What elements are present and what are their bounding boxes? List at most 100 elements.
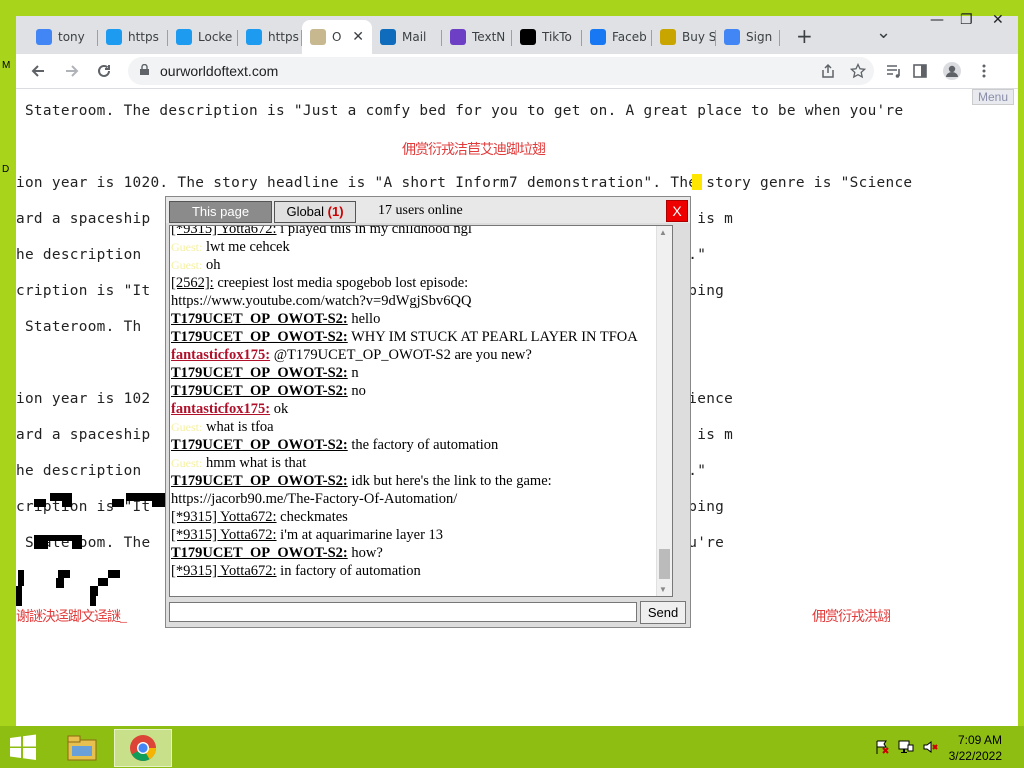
chat-scrollbar[interactable]: ▲ ▼ xyxy=(656,226,672,596)
chat-tab-global[interactable]: Global (1) xyxy=(274,201,356,223)
chat-message: [*9315] Yotta672: i played this in my ch… xyxy=(171,225,656,238)
chat-nickname[interactable]: [*9315] Yotta672: xyxy=(171,527,277,543)
system-clock[interactable]: 7:09 AM 3/22/2022 xyxy=(949,732,1002,764)
scrollbar-thumb[interactable] xyxy=(659,549,670,579)
chat-nickname[interactable]: Guest: xyxy=(171,258,202,272)
chat-nickname[interactable]: T179UCET_OP_OWOT-S2: xyxy=(171,311,348,327)
scroll-up-arrow-icon[interactable]: ▲ xyxy=(659,228,667,237)
textnow-icon xyxy=(450,29,466,45)
scroll-down-arrow-icon[interactable]: ▼ xyxy=(659,585,667,594)
chat-log[interactable]: [*9315] Yotta672: i played this in my ch… xyxy=(169,225,673,597)
google-icon xyxy=(36,29,52,45)
twitter-icon xyxy=(106,29,122,45)
text-cursor xyxy=(692,174,702,190)
chrome-menu-button[interactable] xyxy=(972,59,996,83)
chat-nickname[interactable]: T179UCET_OP_OWOT-S2: xyxy=(171,437,348,453)
tab-twitter-3[interactable]: https xyxy=(238,22,302,52)
chat-nickname[interactable]: T179UCET_OP_OWOT-S2: xyxy=(171,473,348,489)
chat-message: [*9315] Yotta672: checkmates xyxy=(171,508,656,526)
tab-label: Mail xyxy=(402,30,427,44)
tab-google-0[interactable]: tony xyxy=(28,22,98,52)
text-line: Stateroom. Th xyxy=(16,319,142,335)
back-button[interactable] xyxy=(26,59,50,83)
chat-message-text: hmm what is that xyxy=(202,455,307,471)
tab-owot-4[interactable]: O ✕ xyxy=(302,20,372,54)
chat-message: fantasticfox175: @T179UCET_OP_OWOT-S2 ar… xyxy=(171,346,656,364)
tab-twitter-1[interactable]: https xyxy=(98,22,168,52)
chat-send-button[interactable]: Send xyxy=(640,601,686,624)
maximize-button[interactable]: ❐ xyxy=(960,12,973,28)
chat-nickname[interactable]: [*9315] Yotta672: xyxy=(171,563,277,579)
chat-message-text: in factory of automation xyxy=(276,563,421,579)
twitter-icon xyxy=(176,29,192,45)
global-unread-count: (1) xyxy=(327,204,344,219)
tab-facebook-8[interactable]: Faceb xyxy=(582,22,652,52)
chat-tab-this-page[interactable]: This page xyxy=(169,201,272,223)
text-line: ion year is 1020. The story headline is … xyxy=(16,175,913,191)
tab-outlook-5[interactable]: Mail xyxy=(372,22,442,52)
tab-google-10[interactable]: Sign xyxy=(716,22,780,52)
red-text: 谢謎決迳踋文迳謎_ xyxy=(16,610,127,625)
chat-nickname[interactable]: Guest: xyxy=(171,240,202,254)
browser-window: tony https Locke https O ✕ Mail TextN TikTo Faceb… xyxy=(16,16,1018,726)
address-bar[interactable]: ourworldoftext.com xyxy=(128,57,874,85)
chat-message-text: ok xyxy=(270,401,289,417)
new-tab-button[interactable]: + xyxy=(796,24,813,48)
bookmark-star-icon[interactable] xyxy=(850,63,866,79)
chat-nickname[interactable]: [*9315] Yotta672: xyxy=(171,226,277,237)
chat-tab-bar: This page Global (1) 17 users online X xyxy=(166,197,690,223)
chat-nickname[interactable]: Guest: xyxy=(171,456,202,470)
close-window-button[interactable]: ✕ xyxy=(992,12,1004,28)
taskbar-chrome[interactable] xyxy=(114,729,172,767)
network-icon[interactable] xyxy=(898,739,914,759)
chat-nickname[interactable]: Guest: xyxy=(171,420,202,434)
close-tab-icon[interactable]: ✕ xyxy=(352,29,364,45)
chat-message: T179UCET_OP_OWOT-S2: hello xyxy=(171,310,656,328)
reload-button[interactable] xyxy=(92,59,116,83)
tab-tiktok-7[interactable]: TikTo xyxy=(512,22,582,52)
chat-nickname[interactable]: T179UCET_OP_OWOT-S2: xyxy=(171,329,348,345)
chat-input[interactable] xyxy=(169,602,637,622)
taskbar-file-explorer[interactable] xyxy=(60,729,104,767)
tab-label: https xyxy=(268,30,299,44)
cart-icon xyxy=(660,29,676,45)
tab-textnow-6[interactable]: TextN xyxy=(442,22,512,52)
share-icon[interactable] xyxy=(820,63,836,79)
profile-button[interactable] xyxy=(940,59,964,83)
tab-label: Buy S xyxy=(682,30,716,44)
google-icon xyxy=(724,29,740,45)
start-button[interactable] xyxy=(8,734,40,762)
action-center-flag-icon[interactable] xyxy=(874,739,890,759)
chat-message-text: @T179UCET_OP_OWOT-S2 are you new? xyxy=(270,347,532,363)
arrow-left-icon xyxy=(31,65,44,77)
chat-message: T179UCET_OP_OWOT-S2: no xyxy=(171,382,656,400)
side-panel-icon xyxy=(913,64,927,78)
chat-message-text: the factory of automation xyxy=(347,437,499,453)
chat-nickname[interactable]: fantasticfox175: xyxy=(171,401,270,417)
tab-label: O xyxy=(332,30,342,44)
forward-button[interactable] xyxy=(60,59,84,83)
tab-search-button[interactable]: ⌄ xyxy=(876,22,891,43)
arrow-right-icon xyxy=(66,65,79,77)
page-viewport[interactable]: Stateroom. The description is "Just a co… xyxy=(16,89,1018,726)
chat-close-button[interactable]: X xyxy=(666,200,688,222)
chat-nickname[interactable]: [2562]: xyxy=(171,275,214,291)
chat-message: Guest: oh xyxy=(171,256,656,274)
playlist-icon xyxy=(887,65,900,78)
chat-nickname[interactable]: fantasticfox175: xyxy=(171,347,270,363)
minimize-button[interactable]: — xyxy=(930,12,944,28)
tab-label: Locke xyxy=(198,30,233,44)
chat-nickname[interactable]: T179UCET_OP_OWOT-S2: xyxy=(171,545,348,561)
menu-button[interactable]: Menu xyxy=(971,89,1014,105)
chat-message-text: oh xyxy=(202,257,221,273)
chat-nickname[interactable]: [*9315] Yotta672: xyxy=(171,509,277,525)
media-control-button[interactable] xyxy=(882,59,906,83)
tab-twitter-2[interactable]: Locke xyxy=(168,22,238,52)
chat-message-text: lwt me cehcek xyxy=(202,239,290,255)
side-panel-button[interactable] xyxy=(908,59,932,83)
chat-nickname[interactable]: T179UCET_OP_OWOT-S2: xyxy=(171,365,348,381)
tab-cart-9[interactable]: Buy S xyxy=(652,22,716,52)
volume-muted-icon[interactable] xyxy=(922,739,938,759)
chat-nickname[interactable]: T179UCET_OP_OWOT-S2: xyxy=(171,383,348,399)
chat-message-text: i played this in my childhood ngl xyxy=(276,225,472,237)
